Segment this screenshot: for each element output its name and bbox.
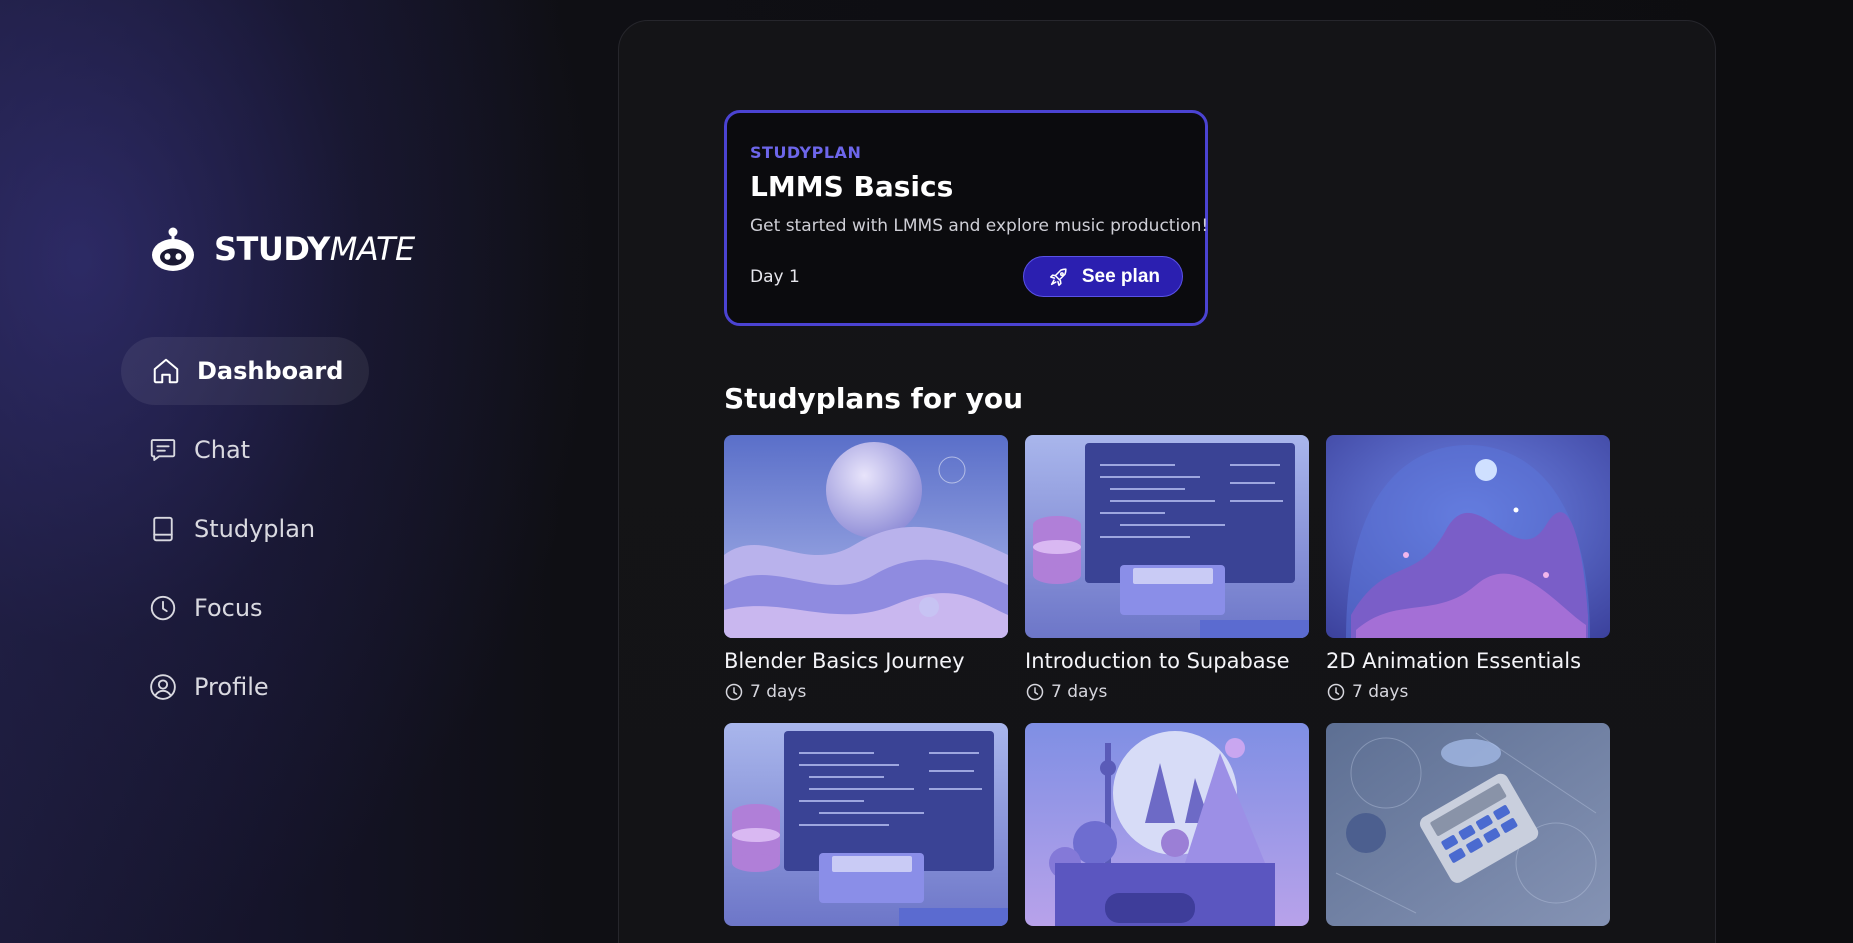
studyplan-grid: Blender Basics Journey 7 days Introducti… (724, 435, 1612, 937)
card-title: 2D Animation Essentials (1326, 649, 1582, 673)
sidebar-item-profile[interactable]: Profile (121, 653, 381, 721)
featured-kicker: STUDYPLAN (750, 143, 862, 162)
brand-name-italic: MATE (329, 230, 415, 268)
brand[interactable]: STUDYMATE (148, 224, 415, 274)
card-title: Blender Basics Journey (724, 649, 965, 673)
card-duration: 7 days (1326, 682, 1610, 702)
card-thumbnail-image (1025, 723, 1309, 926)
featured-day: Day 1 (750, 266, 800, 287)
sidebar-item-label: Focus (194, 594, 263, 622)
studyplan-card[interactable] (724, 723, 1008, 937)
studyplan-card[interactable]: Blender Basics Journey 7 days (724, 435, 1008, 702)
section-title: Studyplans for you (724, 382, 1024, 415)
robot-head-icon (152, 227, 194, 271)
card-thumbnail-image (1326, 435, 1610, 638)
card-duration: 7 days (1025, 682, 1309, 702)
card-duration-text: 7 days (1051, 682, 1108, 702)
studyplan-card[interactable] (1326, 723, 1610, 937)
card-thumbnail-image (724, 723, 1008, 926)
sidebar: STUDYMATE Dashboard Chat Studyplan Focus… (0, 0, 600, 943)
sidebar-item-label: Dashboard (197, 357, 344, 385)
clock-icon (725, 683, 743, 701)
brand-name-strong: STUDY (214, 230, 330, 268)
brand-name: STUDYMATE (214, 230, 415, 268)
card-thumbnail-image (1326, 723, 1610, 926)
sidebar-item-label: Profile (194, 673, 269, 701)
chat-icon (148, 435, 178, 465)
see-plan-label: See plan (1081, 265, 1160, 287)
clock-icon (1327, 683, 1345, 701)
studyplan-card[interactable] (1025, 723, 1309, 937)
sidebar-item-focus[interactable]: Focus (121, 574, 381, 642)
card-duration-text: 7 days (1352, 682, 1409, 702)
app-root: STUDYMATE Dashboard Chat Studyplan Focus… (0, 0, 1853, 943)
featured-studyplan-card[interactable]: STUDYPLAN LMMS Basics Get started with L… (724, 110, 1208, 326)
sidebar-item-label: Studyplan (194, 515, 316, 543)
sidebar-nav: Dashboard Chat Studyplan Focus Profile (121, 337, 381, 732)
studyplan-card[interactable]: 2D Animation Essentials 7 days (1326, 435, 1610, 702)
see-plan-button[interactable]: See plan (1022, 256, 1183, 297)
clock-icon (1026, 683, 1044, 701)
sidebar-item-chat[interactable]: Chat (121, 416, 381, 484)
sidebar-item-label: Chat (194, 436, 251, 464)
rocket-icon (1049, 267, 1067, 286)
sidebar-item-studyplan[interactable]: Studyplan (121, 495, 381, 563)
card-title: Introduction to Supabase (1025, 649, 1290, 673)
featured-description: Get started with LMMS and explore music … (750, 216, 1209, 236)
clock-icon (148, 593, 178, 623)
card-duration: 7 days (724, 682, 1008, 702)
studyplan-card[interactable]: Introduction to Supabase 7 days (1025, 435, 1309, 702)
card-thumbnail-image (1025, 435, 1309, 638)
featured-footer: Day 1 See plan (750, 256, 1183, 297)
card-duration-text: 7 days (750, 682, 807, 702)
card-thumbnail-image (724, 435, 1008, 638)
featured-title: LMMS Basics (750, 170, 954, 203)
home-icon (151, 356, 181, 386)
sidebar-item-dashboard[interactable]: Dashboard (121, 337, 369, 405)
book-icon (148, 514, 178, 544)
user-icon (148, 672, 178, 702)
